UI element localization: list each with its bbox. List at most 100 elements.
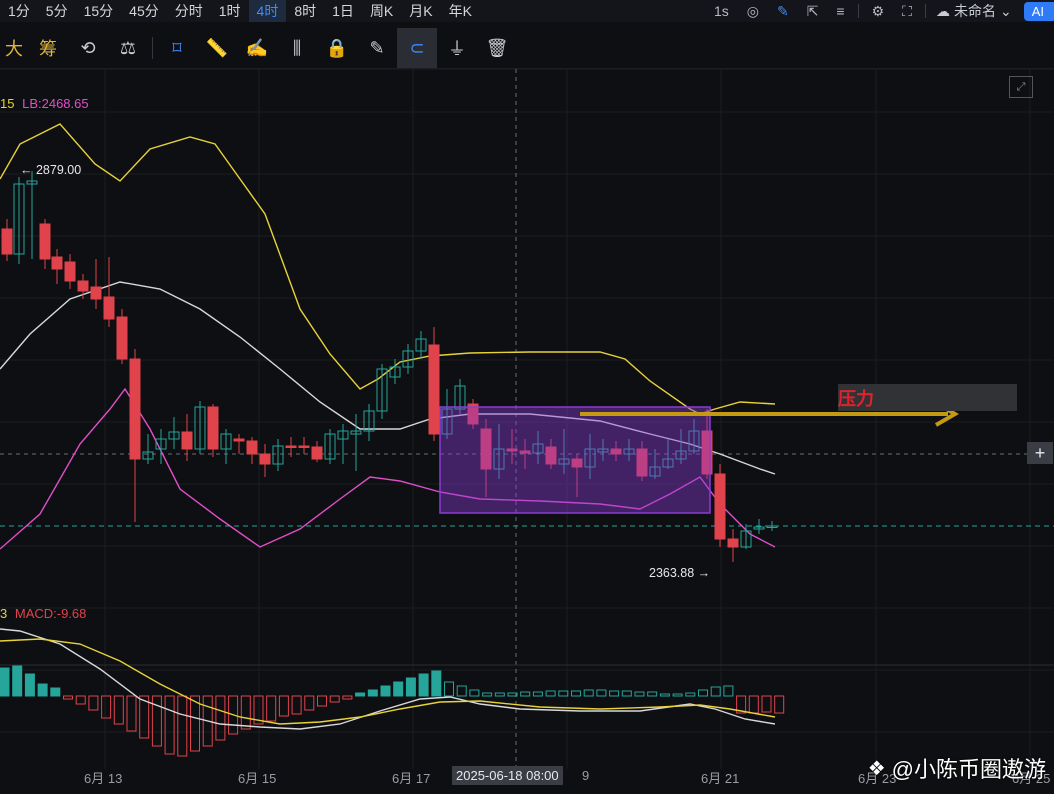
macd-histogram-bar: [609, 690, 620, 697]
macd-histogram-bar: [634, 691, 645, 697]
interval-tab-3[interactable]: 45分: [121, 0, 167, 22]
bookmark-icon[interactable]: ⌑: [157, 28, 197, 68]
candle-body: [1, 228, 13, 255]
crosshair-date-label: 2025-06-18 08:00: [452, 766, 563, 785]
candle-body: [116, 316, 128, 360]
macd-histogram-bar: [63, 695, 73, 700]
compare-icon[interactable]: ⚖: [108, 28, 148, 68]
pressure-label-box[interactable]: 压力: [838, 384, 1017, 411]
interval-selector: 1分 5分 15分 45分 分时 1时 4时 8时 1日 周K 月K 年K: [0, 0, 480, 22]
macd-histogram-bar: [431, 670, 442, 697]
macd-histogram-bar: [621, 690, 632, 697]
magnet-icon[interactable]: ⊂: [397, 28, 437, 68]
macd-histogram-bar: [456, 685, 467, 697]
add-crosshair-button[interactable]: +: [1027, 442, 1053, 464]
candle-body: [298, 445, 310, 448]
ruler-icon[interactable]: 📏: [197, 28, 237, 68]
trash-icon[interactable]: 🗑: [477, 28, 517, 68]
macd-histogram-bar: [545, 690, 556, 697]
boll-legend-prefix: 15: [0, 96, 15, 111]
gear-icon[interactable]: ⚙: [863, 3, 894, 20]
lock-icon[interactable]: 🔒: [317, 28, 357, 68]
macd-histogram-bar: [393, 681, 404, 697]
macd-histogram-bar: [215, 695, 226, 741]
candle-body: [90, 286, 102, 300]
list-icon[interactable]: ≡: [827, 3, 853, 19]
drawing-toolbar: 大 筹 ⟲ ⚖ ⌑ 📏 ✍ ⫼ 🔒 ✎ ⊂ ⏚ 🗑: [0, 28, 1054, 69]
x-tick-label: 6月 21: [701, 771, 740, 786]
interval-tab-4[interactable]: 分时: [167, 0, 211, 22]
macd-histogram-bar: [482, 692, 493, 697]
layout-name-label: 未命名: [953, 3, 996, 19]
top-right-tools: 1s ◎ ✎ ⇱ ≡ ⚙ ⛶ ☁ 未命名 ⌄ AI: [705, 0, 1054, 22]
interval-tab-5[interactable]: 1时: [211, 0, 249, 22]
macd-histogram-bar: [177, 695, 188, 757]
toolbar-divider: [924, 4, 926, 18]
interval-tab-2[interactable]: 15分: [76, 0, 122, 22]
camera-icon[interactable]: ◎: [738, 3, 768, 20]
expand-icon[interactable]: ⤢: [1009, 76, 1033, 98]
candle-body: [181, 431, 193, 450]
interval-tab-8[interactable]: 1日: [324, 0, 362, 22]
toolbar-divider: [857, 4, 859, 18]
boll-legend: 15 LB:2468.65: [0, 96, 89, 111]
pencil-icon[interactable]: ✎: [768, 3, 798, 20]
macd-histogram-bar: [723, 685, 734, 697]
x-tick-label: 6月 17: [392, 771, 431, 786]
chevron-down-icon: ⌄: [999, 2, 1012, 19]
interval-tab-10[interactable]: 月K: [401, 0, 440, 22]
edit-note-icon[interactable]: ✎: [357, 28, 397, 68]
macd-legend-prefix: 3: [0, 606, 8, 621]
right-arrow-icon: →: [697, 566, 711, 580]
macd-histogram-bar: [685, 692, 696, 697]
interval-tab-7[interactable]: 8时: [286, 0, 324, 22]
macd-histogram-bar: [558, 690, 569, 697]
macd-histogram-bar: [774, 695, 785, 714]
macd-histogram-bar: [583, 689, 594, 697]
macd-histogram-bar: [304, 695, 315, 711]
candle-body: [207, 406, 219, 450]
layout-name-dropdown[interactable]: ☁ 未命名 ⌄: [930, 1, 1018, 21]
x-tick-label: 9: [582, 768, 590, 783]
macd-histogram-bar: [329, 695, 340, 703]
macd-histogram-bar: [520, 691, 531, 697]
speed-setting[interactable]: 1s: [705, 3, 738, 19]
macd-histogram-bar: [12, 665, 23, 697]
candle-body: [51, 256, 63, 270]
interval-tab-9[interactable]: 周K: [362, 0, 401, 22]
binance-logo-icon: ❖: [867, 757, 886, 780]
macd-histogram-bar: [367, 689, 378, 697]
interval-tab-0[interactable]: 1分: [0, 0, 38, 22]
macd-legend: 3 MACD:-9.68: [0, 606, 86, 621]
x-tick-label: 6月 15: [238, 771, 277, 786]
candle-body: [428, 344, 440, 435]
fullscreen-icon[interactable]: ⛶: [893, 3, 921, 20]
macd-histogram-bar: [405, 677, 416, 697]
macd-histogram-bar: [647, 691, 658, 697]
macd-histogram-bar: [240, 695, 251, 730]
filter-icon[interactable]: ⏚: [437, 28, 477, 68]
consolidation-box: [439, 406, 711, 514]
macd-histogram-bar: [317, 695, 327, 707]
interval-tab-6[interactable]: 4时: [248, 0, 287, 22]
candles-icon[interactable]: ⫼: [277, 28, 317, 68]
macd-histogram-bar: [380, 685, 391, 697]
macd-histogram-bar: [164, 695, 175, 755]
candle-body: [233, 438, 245, 442]
watermark: ❖ @小陈币圈遨游: [868, 752, 1046, 784]
draw-pen-icon[interactable]: ✍: [237, 28, 277, 68]
candlestick-chart[interactable]: [0, 69, 1054, 794]
macd-histogram-bar: [113, 695, 124, 725]
export-icon[interactable]: ⇱: [798, 3, 828, 20]
candle-body: [246, 440, 258, 455]
ai-button[interactable]: AI: [1023, 1, 1054, 21]
chip-tool-button[interactable]: 筹: [28, 28, 68, 68]
macd-histogram-bar: [50, 687, 61, 697]
interval-tab-1[interactable]: 5分: [38, 0, 76, 22]
interval-tab-11[interactable]: 年K: [441, 0, 480, 22]
macd-histogram-bar: [278, 695, 289, 717]
macd-histogram-bar: [571, 690, 581, 697]
replace-icon[interactable]: ⟲: [68, 28, 108, 68]
candle-body: [285, 445, 297, 448]
big-tool-button[interactable]: 大: [0, 28, 28, 68]
